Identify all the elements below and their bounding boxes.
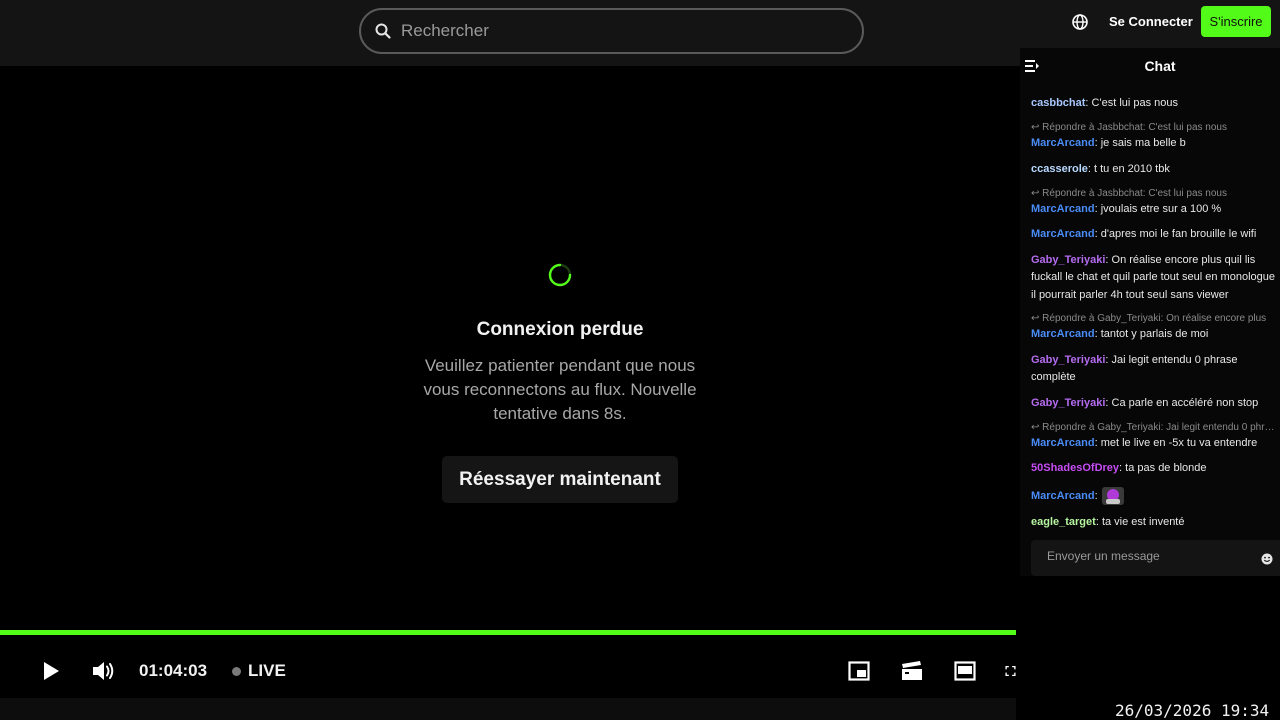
login-button[interactable]: Se Connecter xyxy=(1109,14,1193,29)
reply-arrow-icon: ↩ xyxy=(1031,122,1043,134)
chat-message: MarcArcand: xyxy=(1031,486,1276,506)
chat-username[interactable]: MarcArcand xyxy=(1031,137,1095,149)
chat-username[interactable]: MarcArcand xyxy=(1031,203,1095,215)
chat-header: Chat xyxy=(1020,48,1280,84)
search-icon xyxy=(375,22,393,40)
chat-message: Gaby_Teriyaki: On réalise encore plus qu… xyxy=(1031,252,1276,304)
chat-messages: casbbchat: C'est lui pas nous ↩ Répondre … xyxy=(1031,82,1279,540)
chat-message-text: t tu en 2010 tbk xyxy=(1094,162,1170,175)
reply-text: Répondre à Gaby_Teriyaki: Jai legit ente… xyxy=(1042,421,1276,433)
emote-icon xyxy=(1101,486,1125,506)
live-indicator-dot xyxy=(232,667,241,676)
fullscreen-icon[interactable] xyxy=(1005,661,1016,681)
volume-icon[interactable] xyxy=(91,660,115,682)
bottom-strip xyxy=(0,698,1016,720)
reply-arrow-icon: ↩ xyxy=(1031,187,1043,199)
clip-icon[interactable] xyxy=(900,660,924,682)
miniplayer-icon[interactable] xyxy=(848,661,870,681)
chat-message-text: ta vie est inventé xyxy=(1101,516,1185,529)
chat-message: Gaby_Teriyaki: Jai legit entendu 0 phras… xyxy=(1031,352,1276,387)
chat-username[interactable]: eagle_target xyxy=(1031,516,1096,528)
reply-reference[interactable]: ↩ Répondre à Jasbbchat: C'est lui pas no… xyxy=(1031,187,1276,201)
chat-username[interactable]: MarcArcand xyxy=(1031,437,1095,449)
chat-username[interactable]: ccasserole xyxy=(1031,163,1088,175)
emoji-icon[interactable] xyxy=(1261,552,1273,565)
elapsed-time: 01:04:03 xyxy=(139,661,208,680)
chat-username[interactable]: Gaby_Teriyaki xyxy=(1031,354,1105,366)
reply-reference[interactable]: ↩ Répondre à Jasbbchat: C'est lui pas no… xyxy=(1031,121,1276,135)
reply-text: Répondre à Jasbbchat: C'est lui pas nous xyxy=(1042,122,1227,134)
player-controls: 01:04:03 LIVE xyxy=(0,636,1016,698)
chat-username[interactable]: Gaby_Teriyaki xyxy=(1031,397,1105,409)
reply-arrow-icon: ↩ xyxy=(1031,313,1043,325)
chat-message-text: d'apres moi le fan brouille le wifi xyxy=(1100,228,1257,241)
chat-message-text: ta pas de blonde xyxy=(1125,462,1207,475)
chat-username[interactable]: Gaby_Teriyaki xyxy=(1031,254,1105,266)
chat-title: Chat xyxy=(1144,58,1176,74)
reply-text: Répondre à Jasbbchat: C'est lui pas nous xyxy=(1042,187,1227,199)
search-bar[interactable] xyxy=(359,8,864,54)
play-icon[interactable] xyxy=(40,660,62,682)
loading-spinner-icon xyxy=(547,262,573,288)
connection-lost-title: Connexion perdue xyxy=(476,319,644,340)
theater-mode-icon[interactable] xyxy=(954,661,976,681)
chat-message: ↩ Répondre à Gaby_Teriyaki: Jai legit en… xyxy=(1031,421,1276,452)
chat-message: eagle_target: ta vie est inventé xyxy=(1031,514,1276,531)
chat-message-input[interactable] xyxy=(1047,549,1247,563)
globe-icon[interactable] xyxy=(1071,13,1089,31)
chat-message-text: Ca parle en accéléré non stop xyxy=(1111,396,1259,409)
reply-arrow-icon: ↩ xyxy=(1031,421,1043,433)
live-label[interactable]: LIVE xyxy=(248,661,286,681)
chat-message-text: met le live en -5x tu va entendre xyxy=(1100,436,1258,449)
chat-username[interactable]: casbbchat xyxy=(1031,97,1085,109)
reply-text: Répondre à Gaby_Teriyaki: On réalise enc… xyxy=(1042,313,1267,325)
progress-bar[interactable] xyxy=(0,630,1016,635)
chat-message-text: jvoulais etre sur a 100 % xyxy=(1100,202,1222,215)
chat-panel: Chat casbbchat: C'est lui pas nous ↩ Répo… xyxy=(1020,48,1280,576)
chat-message: ↩ Répondre à Gaby_Teriyaki: On réalise e… xyxy=(1031,312,1276,343)
chat-message: MarcArcand: d'apres moi le fan brouille … xyxy=(1031,226,1276,243)
chat-message: ccasserole: t tu en 2010 tbk xyxy=(1031,161,1276,178)
chat-message: ↩ Répondre à Jasbbchat: C'est lui pas no… xyxy=(1031,121,1276,152)
capture-timestamp: 26/03/2026 19:34 xyxy=(1115,701,1270,720)
chat-input-box[interactable] xyxy=(1031,540,1280,576)
video-player[interactable] xyxy=(0,66,1016,632)
chat-message-text: tantot y parlais de moi xyxy=(1100,328,1209,341)
search-input[interactable] xyxy=(401,21,821,41)
chat-message: ↩ Répondre à Jasbbchat: C'est lui pas no… xyxy=(1031,187,1276,218)
signup-button[interactable]: S'inscrire xyxy=(1201,6,1271,37)
chat-message-list: casbbchat: C'est lui pas nous ↩ Répondre … xyxy=(1031,95,1276,540)
chat-username[interactable]: MarcArcand xyxy=(1031,490,1095,502)
chat-username[interactable]: MarcArcand xyxy=(1031,328,1095,340)
chat-message-text: je sais ma belle b xyxy=(1100,137,1186,150)
reply-reference[interactable]: ↩ Répondre à Gaby_Teriyaki: Jai legit en… xyxy=(1031,421,1276,435)
chat-message-text: C'est lui pas nous xyxy=(1091,97,1179,110)
retry-now-button[interactable]: Réessayer maintenant xyxy=(442,456,678,503)
chat-message: casbbchat: C'est lui pas nous xyxy=(1031,95,1276,112)
chat-username[interactable]: 50ShadesOfDrey xyxy=(1031,462,1119,474)
connection-lost-message: Veuillez patienter pendant que nous vous… xyxy=(423,356,697,423)
chat-message: 50ShadesOfDrey: ta pas de blonde xyxy=(1031,460,1276,477)
reply-reference[interactable]: ↩ Répondre à Gaby_Teriyaki: On réalise e… xyxy=(1031,312,1276,326)
chat-message: Gaby_Teriyaki: Ca parle en accéléré non … xyxy=(1031,395,1276,412)
chat-username[interactable]: MarcArcand xyxy=(1031,228,1095,240)
